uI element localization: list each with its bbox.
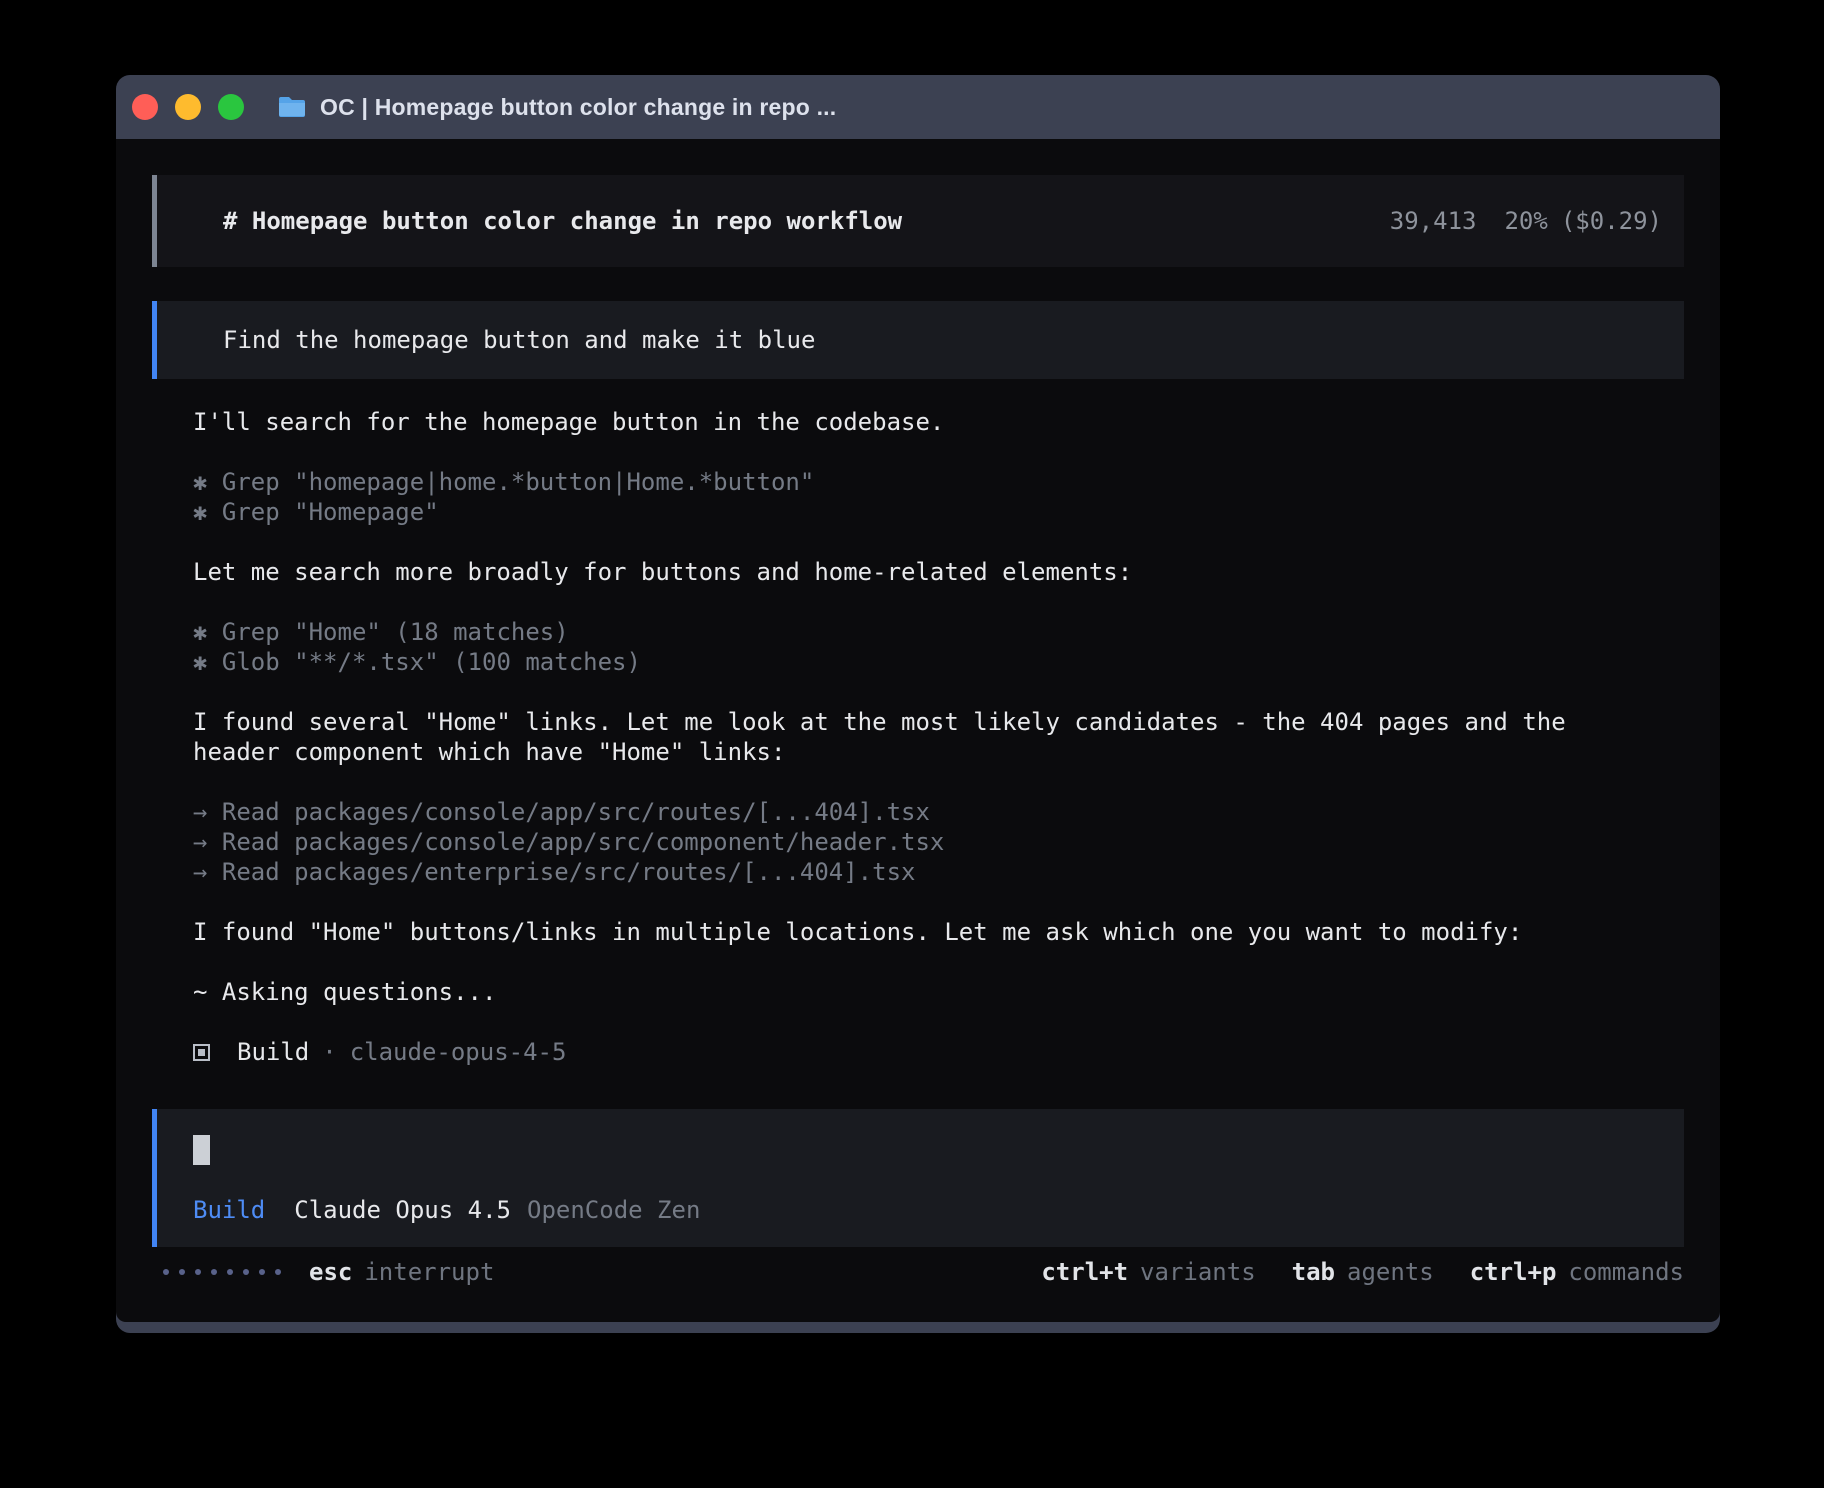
hint-label: variants — [1140, 1257, 1256, 1287]
spinner-dot — [211, 1269, 217, 1275]
agent-build-icon — [193, 1044, 210, 1061]
transcript-block-text: I found several "Home" links. Let me loo… — [193, 707, 1653, 767]
agent-mode-label[interactable]: Build — [193, 1195, 265, 1225]
spinner-dot — [259, 1269, 265, 1275]
terminal-content: # Homepage button color change in repo w… — [116, 139, 1720, 1322]
read-arrow-icon: → — [193, 858, 222, 886]
transcript-block-tool: ✱ Grep "Home" (18 matches)✱ Glob "**/*.t… — [193, 617, 1653, 677]
line-text: Read packages/enterprise/src/routes/[...… — [222, 858, 916, 886]
line-text: Let me search more broadly for buttons a… — [193, 558, 1132, 586]
keyboard-hint-variants: ctrl+t variants — [1041, 1257, 1255, 1287]
line-text: Grep "Homepage" — [222, 498, 439, 526]
transcript-block-text: Let me search more broadly for buttons a… — [193, 557, 1653, 587]
prompt-input[interactable]: Build Claude Opus 4.5 OpenCode Zen — [152, 1109, 1684, 1247]
line-text: I found "Home" buttons/links in multiple… — [193, 918, 1522, 946]
app-window: OC | Homepage button color change in rep… — [116, 75, 1720, 1333]
spinner-dots-icon — [163, 1269, 281, 1275]
assistant-text-line: I found "Home" buttons/links in multiple… — [193, 917, 1653, 947]
esc-key[interactable]: esc — [309, 1257, 352, 1287]
assistant-text-line: Let me search more broadly for buttons a… — [193, 557, 1653, 587]
session-cost: ($0.29) — [1561, 207, 1662, 235]
tool-call-line: → Read packages/enterprise/src/routes/[.… — [193, 857, 1653, 887]
agent-name: Build — [237, 1037, 309, 1067]
tool-asterisk-icon: ✱ — [193, 618, 222, 646]
window-titlebar: OC | Homepage button color change in rep… — [116, 75, 1720, 139]
line-text: Glob "**/*.tsx" (100 matches) — [222, 648, 641, 676]
line-text: I'll search for the homepage button in t… — [193, 408, 944, 436]
window-title: OC | Homepage button color change in rep… — [320, 94, 836, 121]
transcript-block-text: ~ Asking questions... — [193, 977, 1653, 1007]
model-name[interactable]: Claude Opus 4.5 — [294, 1195, 511, 1225]
line-text: Grep "homepage|home.*button|Home.*button… — [222, 468, 814, 496]
context-percent: 20% — [1504, 207, 1547, 235]
spinner-dot — [179, 1269, 185, 1275]
read-arrow-icon: → — [193, 798, 222, 826]
transcript: I'll search for the homepage button in t… — [193, 407, 1653, 1007]
agent-model: claude-opus-4-5 — [350, 1037, 567, 1067]
keyboard-hint-commands: ctrl+p commands — [1470, 1257, 1684, 1287]
keyboard-hint-agents: tab agents — [1292, 1257, 1434, 1287]
tool-call-line: ✱ Grep "homepage|home.*button|Home.*butt… — [193, 467, 1653, 497]
session-header: # Homepage button color change in repo w… — [152, 175, 1684, 267]
token-count: 39,413 — [1390, 207, 1477, 235]
tool-asterisk-icon: ✱ — [193, 648, 222, 676]
read-arrow-icon: → — [193, 828, 222, 856]
close-button[interactable] — [132, 94, 158, 120]
spinner-dot — [243, 1269, 249, 1275]
line-text: Grep "Home" (18 matches) — [222, 618, 569, 646]
hint-label: agents — [1347, 1257, 1434, 1287]
zoom-button[interactable] — [218, 94, 244, 120]
session-stats: 39,413 20% ($0.29) — [1390, 207, 1662, 235]
user-message-text: Find the homepage button and make it blu… — [223, 326, 815, 354]
transcript-block-text: I found "Home" buttons/links in multiple… — [193, 917, 1653, 947]
hint-key[interactable]: tab — [1292, 1257, 1335, 1287]
assistant-text-line: I'll search for the homepage button in t… — [193, 407, 1653, 437]
agent-separator: · — [322, 1037, 336, 1067]
user-message: Find the homepage button and make it blu… — [152, 301, 1684, 379]
tool-call-line: → Read packages/console/app/src/routes/[… — [193, 797, 1653, 827]
transcript-block-tool: → Read packages/console/app/src/routes/[… — [193, 797, 1653, 887]
text-cursor — [193, 1135, 210, 1165]
hint-label: commands — [1568, 1257, 1684, 1287]
line-text: ~ Asking questions... — [193, 978, 496, 1006]
line-text: Read packages/console/app/src/routes/[..… — [222, 798, 930, 826]
spinner-dot — [227, 1269, 233, 1275]
tool-call-line: → Read packages/console/app/src/componen… — [193, 827, 1653, 857]
tool-call-line: ✱ Grep "Home" (18 matches) — [193, 617, 1653, 647]
assistant-text-line: I found several "Home" links. Let me loo… — [193, 707, 1653, 767]
assistant-text-line: ~ Asking questions... — [193, 977, 1653, 1007]
line-text: Read packages/console/app/src/component/… — [222, 828, 944, 856]
model-provider: OpenCode Zen — [527, 1195, 700, 1225]
spinner-dot — [163, 1269, 169, 1275]
status-bar-right: ctrl+t variants tab agents ctrl+p commands — [1041, 1257, 1684, 1287]
hint-key[interactable]: ctrl+t — [1041, 1257, 1128, 1287]
spinner-dot — [195, 1269, 201, 1275]
tool-asterisk-icon: ✱ — [193, 498, 222, 526]
tool-call-line: ✱ Grep "Homepage" — [193, 497, 1653, 527]
model-status-line: Build Claude Opus 4.5 OpenCode Zen — [193, 1195, 1658, 1225]
spinner-dot — [275, 1269, 281, 1275]
window-title-group: OC | Homepage button color change in rep… — [277, 94, 836, 121]
minimize-button[interactable] — [175, 94, 201, 120]
tool-call-line: ✱ Glob "**/*.tsx" (100 matches) — [193, 647, 1653, 677]
transcript-block-tool: ✱ Grep "homepage|home.*button|Home.*butt… — [193, 467, 1653, 527]
traffic-lights — [132, 94, 244, 120]
status-bar-left: esc interrupt — [152, 1257, 494, 1287]
line-text: I found several "Home" links. Let me loo… — [193, 708, 1566, 766]
hint-key[interactable]: ctrl+p — [1470, 1257, 1557, 1287]
session-title: # Homepage button color change in repo w… — [223, 207, 902, 235]
transcript-block-text: I'll search for the homepage button in t… — [193, 407, 1653, 437]
folder-icon — [277, 95, 307, 119]
status-bar: esc interrupt ctrl+tvariantstabagentsctr… — [152, 1257, 1684, 1287]
tool-asterisk-icon: ✱ — [193, 468, 222, 496]
agent-status-line: Build · claude-opus-4-5 — [193, 1037, 1684, 1067]
esc-hint-label: interrupt — [364, 1257, 494, 1287]
